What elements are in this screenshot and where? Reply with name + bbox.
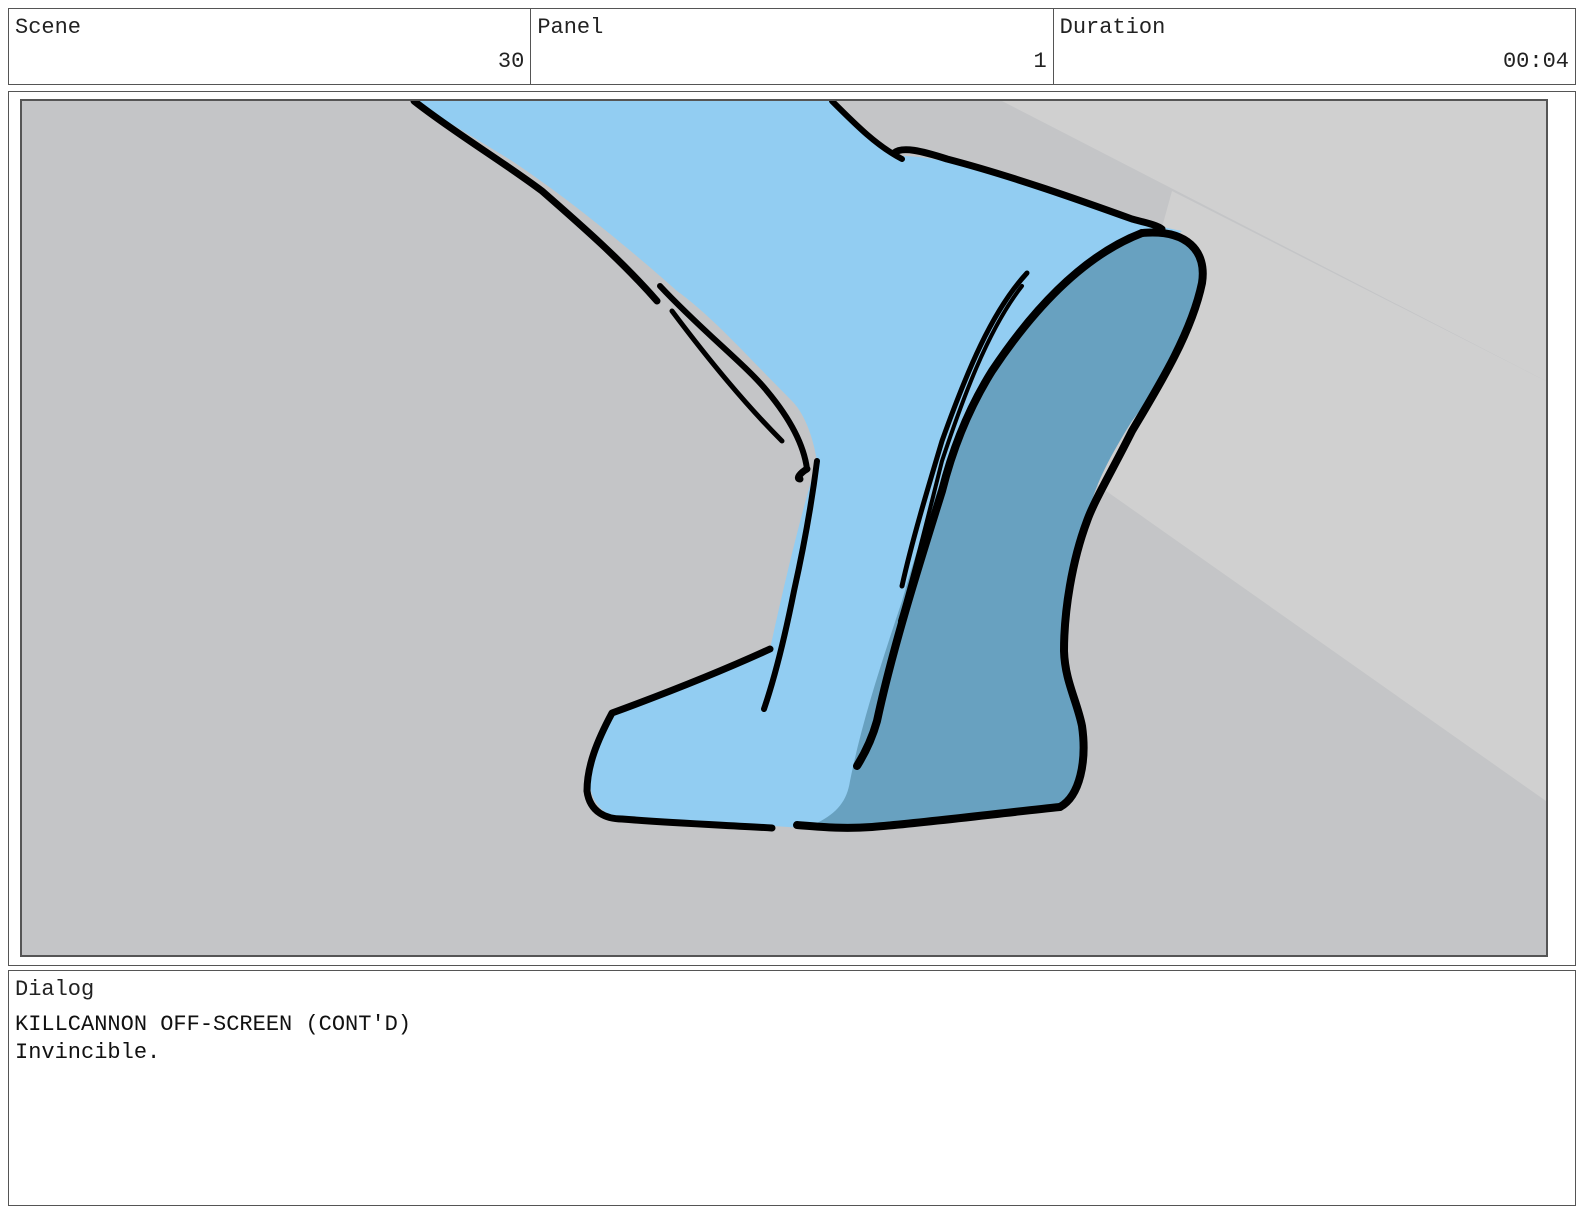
dialog-box: Dialog KILLCANNON OFF-SCREEN (CONT'D) In…: [8, 970, 1576, 1206]
panel-cell: Panel 1: [531, 9, 1054, 84]
scene-label: Scene: [15, 15, 82, 40]
panel-label: Panel: [537, 15, 604, 40]
panel-artwork: [20, 99, 1548, 957]
duration-value: 00:04: [1502, 49, 1569, 74]
duration-cell: Duration 00:04: [1054, 9, 1575, 84]
dialog-line: Invincible.: [15, 1040, 161, 1065]
panel-number: 1: [1033, 49, 1047, 74]
panel-frame: [8, 91, 1576, 966]
dialog-label: Dialog: [15, 977, 95, 1002]
scene-number: 30: [497, 49, 525, 74]
dialog-character: KILLCANNON OFF-SCREEN (CONT'D): [15, 1012, 412, 1037]
panel-info-header: Scene 30 Panel 1 Duration 00:04: [8, 8, 1576, 85]
dialog-text: KILLCANNON OFF-SCREEN (CONT'D) Invincibl…: [15, 1011, 411, 1067]
duration-label: Duration: [1059, 15, 1166, 40]
scene-cell: Scene 30: [9, 9, 532, 84]
storyboard-page: Scene 30 Panel 1 Duration 00:04 Dialog K…: [0, 0, 1584, 1224]
leg-drawing: [22, 101, 1546, 955]
